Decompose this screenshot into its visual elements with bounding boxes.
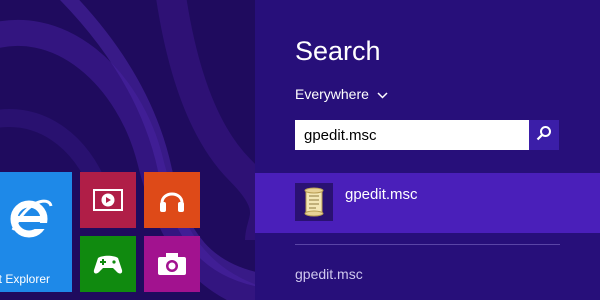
magnifier-icon <box>536 125 552 146</box>
search-box <box>295 120 559 150</box>
camera-icon <box>144 236 200 292</box>
search-result-label: gpedit.msc <box>345 186 418 203</box>
tile-video[interactable] <box>80 172 136 228</box>
windows-search-screen: et Explorer <box>0 0 600 300</box>
chevron-down-icon <box>377 86 388 102</box>
tile-games[interactable] <box>80 236 136 292</box>
search-result-selected[interactable]: gpedit.msc <box>255 173 600 233</box>
search-input[interactable] <box>295 120 527 150</box>
results-divider <box>295 244 560 245</box>
search-pane-title: Search <box>295 36 381 66</box>
tile-internet-explorer[interactable]: et Explorer <box>0 172 72 292</box>
tile-camera[interactable] <box>144 236 200 292</box>
search-pane: Search Everywhere gpedit.msc gpedit.msc … <box>255 0 600 300</box>
search-button[interactable] <box>529 120 559 150</box>
video-play-icon <box>80 172 136 228</box>
start-screen: et Explorer <box>0 0 255 300</box>
game-controller-icon <box>80 236 136 292</box>
tile-internet-explorer-label: et Explorer <box>0 272 51 286</box>
headphones-icon <box>144 172 200 228</box>
search-result-item[interactable]: gpedit.msc <box>295 266 363 282</box>
search-scope-label: Everywhere <box>295 86 369 102</box>
scroll-document-icon <box>295 183 333 221</box>
tile-music[interactable] <box>144 172 200 228</box>
search-scope-dropdown[interactable]: Everywhere <box>295 86 388 102</box>
